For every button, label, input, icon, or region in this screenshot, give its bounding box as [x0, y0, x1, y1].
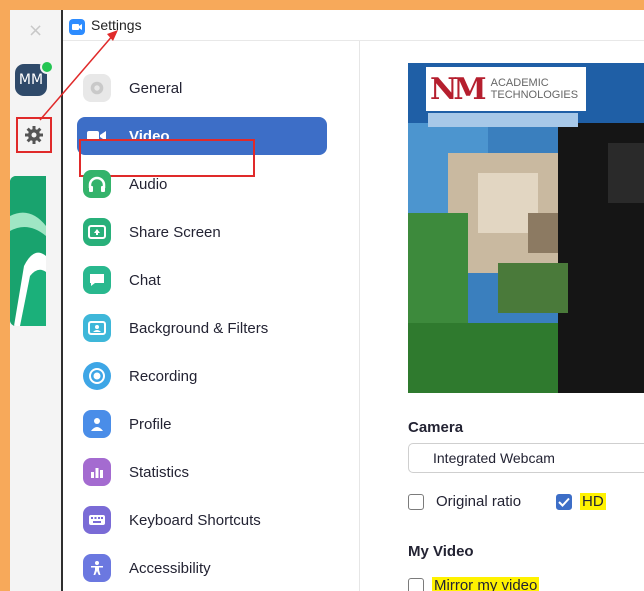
screenshot-frame: × MM Settings General Video Audio Share …	[10, 10, 644, 591]
annotation-arrow	[39, 30, 118, 121]
